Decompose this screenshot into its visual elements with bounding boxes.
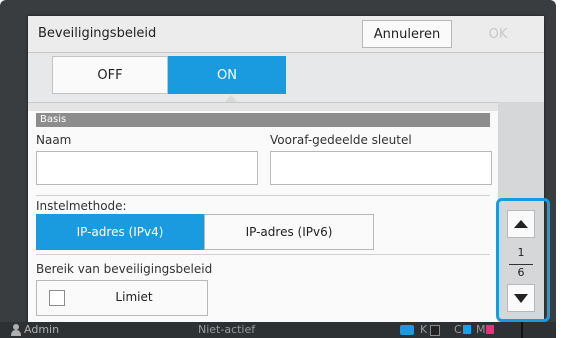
ink-level-m (486, 325, 494, 334)
divider (36, 254, 490, 255)
status-bar: Admin Niet-actief K C M (0, 322, 556, 338)
toggle-on-button[interactable]: ON (168, 56, 286, 94)
limit-button[interactable]: Limiet (36, 280, 208, 316)
ink-label-k: K (420, 323, 428, 336)
device-screen: n. Beveiligingsbeleid Annuleren OK OFF O… (0, 0, 563, 338)
device-status: Niet-actief (198, 323, 256, 336)
ink-level-k (430, 325, 440, 336)
pager-highlight-box (496, 198, 550, 322)
dialog-title: Beveiligingsbeleid (38, 26, 157, 41)
limit-label: Limiet (115, 290, 153, 304)
ink-label-m: M (476, 323, 486, 336)
divider (36, 195, 490, 196)
section-header: Basis (36, 113, 490, 127)
panel-top-strip (28, 103, 498, 111)
name-field[interactable] (36, 151, 258, 185)
ink-drop-icon (400, 325, 414, 335)
security-policy-dialog: Beveiligingsbeleid Annuleren OK OFF ON B… (28, 16, 544, 325)
cancel-button[interactable]: Annuleren (362, 20, 452, 48)
user-icon (11, 324, 21, 336)
dialog-header: Beveiligingsbeleid Annuleren OK (28, 16, 544, 53)
ipv4-option[interactable]: IP-adres (IPv4) (36, 214, 204, 250)
callout-line (521, 322, 523, 338)
preshared-key-field[interactable] (270, 151, 492, 185)
name-label: Naam (36, 133, 72, 147)
ok-button[interactable]: OK (456, 20, 540, 48)
ink-label-c: C (454, 323, 462, 336)
section-label: Basis (40, 114, 67, 125)
ink-level-c (463, 325, 471, 334)
ipv6-option[interactable]: IP-adres (IPv6) (204, 214, 374, 250)
method-label: Instelmethode: (36, 199, 127, 213)
range-label: Bereik van beveiligingsbeleid (36, 262, 213, 276)
toggle-off-button[interactable]: OFF (52, 56, 168, 94)
user-name: Admin (24, 323, 60, 336)
preshared-key-label: Vooraf-gedeelde sleutel (270, 133, 412, 147)
